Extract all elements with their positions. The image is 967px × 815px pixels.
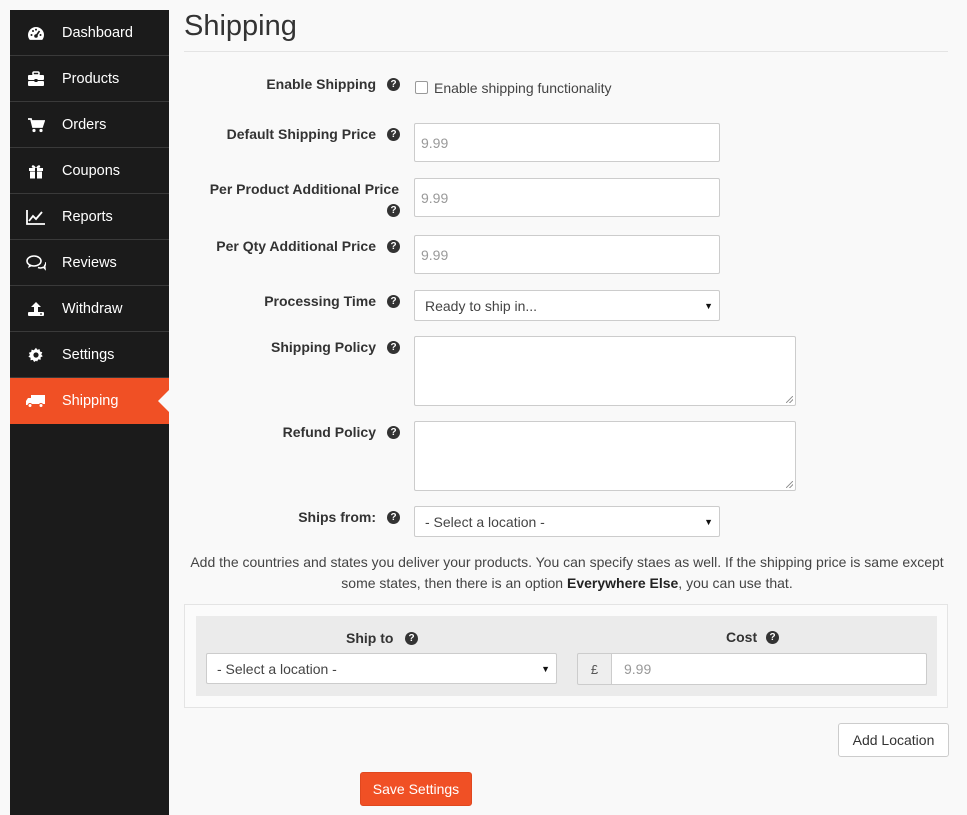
cost-input[interactable]: 9.99 [611, 653, 927, 685]
page-title: Shipping [184, 10, 297, 42]
chart-line-icon [26, 207, 46, 227]
sidebar-item-label: Shipping [62, 392, 119, 409]
cost-header: Cost [726, 629, 758, 645]
per-product-price-input[interactable]: 9.99 [414, 178, 720, 217]
cart-icon [26, 115, 46, 135]
per-product-price-label: Per Product Additional Price [209, 181, 399, 197]
currency-addon: £ [577, 653, 612, 685]
caret-down-icon: ▼ [704, 300, 713, 311]
save-settings-button[interactable]: Save Settings [360, 772, 472, 806]
refund-policy-label: Refund Policy [282, 424, 376, 440]
sidebar-item-label: Coupons [62, 162, 121, 179]
sidebar-item-label: Orders [62, 116, 107, 133]
help-icon[interactable]: ? [387, 295, 400, 308]
sidebar-item-label: Reports [62, 208, 113, 225]
sidebar-item-reports[interactable]: Reports [10, 194, 169, 240]
info-text-part: , you can use that. [678, 575, 793, 591]
dashboard-icon [26, 23, 46, 43]
sidebar-item-reviews[interactable]: Reviews [10, 240, 169, 286]
shipping-info-text: Add the countries and states you deliver… [190, 552, 944, 594]
default-shipping-price-input[interactable]: 9.99 [414, 123, 720, 162]
ships-from-select[interactable]: - Select a location - ▼ [414, 506, 720, 537]
sidebar-item-label: Settings [62, 346, 115, 363]
sidebar-item-settings[interactable]: Settings [10, 332, 169, 378]
caret-down-icon: ▼ [541, 663, 550, 674]
title-divider [184, 51, 948, 52]
gift-icon [26, 161, 46, 181]
add-location-button[interactable]: Add Location [838, 723, 949, 757]
ships-from-selected: - Select a location - [425, 513, 545, 530]
gear-icon [26, 345, 46, 365]
processing-time-select[interactable]: Ready to ship in... ▼ [414, 290, 720, 321]
sidebar-item-withdraw[interactable]: Withdraw [10, 286, 169, 332]
sidebar-item-label: Products [62, 70, 120, 87]
help-icon[interactable]: ? [387, 511, 400, 524]
truck-icon [26, 391, 46, 411]
refund-policy-textarea[interactable] [414, 421, 796, 491]
per-qty-price-label: Per Qty Additional Price [216, 238, 376, 254]
ships-from-label: Ships from: [298, 509, 376, 525]
enable-shipping-checkbox-label[interactable]: Enable shipping functionality [434, 80, 611, 96]
default-shipping-price-label: Default Shipping Price [226, 126, 376, 142]
help-icon[interactable]: ? [387, 128, 400, 141]
sidebar-item-shipping[interactable]: Shipping [10, 378, 169, 424]
sidebar-item-orders[interactable]: Orders [10, 102, 169, 148]
enable-shipping-checkbox[interactable] [415, 81, 428, 94]
sidebar: Dashboard Products Orders Coupons Report… [10, 10, 169, 815]
sidebar-item-dashboard[interactable]: Dashboard [10, 10, 169, 56]
processing-time-label: Processing Time [264, 293, 376, 309]
help-icon[interactable]: ? [387, 426, 400, 439]
ship-to-select[interactable]: - Select a location - ▼ [206, 653, 557, 684]
sidebar-item-products[interactable]: Products [10, 56, 169, 102]
caret-down-icon: ▼ [704, 516, 713, 527]
ship-to-header: Ship to [346, 630, 394, 646]
per-qty-price-input[interactable]: 9.99 [414, 235, 720, 274]
sidebar-item-label: Reviews [62, 254, 117, 271]
comments-icon [26, 253, 46, 273]
help-icon[interactable]: ? [405, 632, 418, 645]
processing-time-selected: Ready to ship in... [425, 297, 538, 314]
shipping-policy-label: Shipping Policy [270, 339, 376, 355]
shipping-policy-textarea[interactable] [414, 336, 796, 406]
sidebar-item-coupons[interactable]: Coupons [10, 148, 169, 194]
help-icon[interactable]: ? [387, 204, 400, 217]
upload-icon [26, 299, 46, 319]
help-icon[interactable]: ? [766, 631, 779, 644]
sidebar-item-label: Withdraw [62, 300, 123, 317]
help-icon[interactable]: ? [387, 341, 400, 354]
ship-to-selected: - Select a location - [217, 660, 337, 677]
sidebar-item-label: Dashboard [62, 24, 133, 41]
help-icon[interactable]: ? [387, 78, 400, 91]
enable-shipping-label: Enable Shipping [266, 76, 376, 92]
info-text-bold: Everywhere Else [567, 575, 679, 591]
briefcase-icon [26, 69, 46, 89]
help-icon[interactable]: ? [387, 240, 400, 253]
